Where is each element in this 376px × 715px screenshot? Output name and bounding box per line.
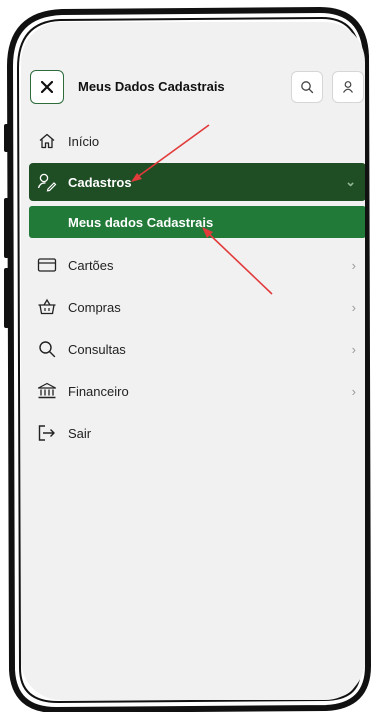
search-icon: [37, 339, 57, 359]
card-icon: [37, 255, 57, 275]
app-header: Meus Dados Cadastrais: [21, 70, 365, 110]
chevron-right-icon: ›: [351, 383, 356, 399]
search-button[interactable]: [291, 71, 323, 103]
chevron-right-icon: ›: [351, 257, 356, 273]
logout-icon: [37, 423, 57, 443]
menu-item-label: Cartões: [68, 257, 114, 273]
search-icon: [301, 81, 314, 94]
menu-item-label: Sair: [68, 425, 92, 441]
menu-item-cartoes[interactable]: Cartões ›: [29, 246, 365, 284]
menu-item-compras[interactable]: Compras ›: [29, 288, 365, 326]
submenu-item-label: Meus dados Cadastrais: [68, 214, 214, 230]
menu-item-inicio[interactable]: Início: [29, 122, 365, 160]
menu-item-label: Início: [68, 133, 100, 149]
menu-item-label: Compras: [68, 299, 121, 315]
chevron-down-icon: ⌄: [345, 174, 356, 189]
menu-item-label: Financeiro: [68, 383, 129, 399]
menu-item-consultas[interactable]: Consultas ›: [29, 330, 365, 368]
user-edit-icon: [37, 172, 57, 192]
bank-icon: [37, 381, 57, 401]
menu-item-cadastros[interactable]: Cadastros ⌄: [29, 163, 365, 201]
menu-item-sair[interactable]: Sair: [29, 414, 365, 452]
chevron-right-icon: ›: [351, 341, 356, 357]
chevron-right-icon: ›: [351, 299, 356, 315]
basket-icon: [37, 297, 57, 317]
page-title: Meus Dados Cadastrais: [78, 79, 225, 94]
app-screen: Meus Dados Cadastrais Início Cadastros ⌄…: [21, 22, 365, 700]
close-button[interactable]: [30, 70, 64, 104]
menu-item-financeiro[interactable]: Financeiro ›: [29, 372, 365, 410]
close-icon: [41, 81, 53, 93]
menu-item-label: Cadastros: [68, 174, 132, 190]
user-icon: [343, 81, 353, 93]
home-icon: [37, 131, 57, 151]
menu-item-label: Consultas: [68, 341, 126, 357]
submenu-item-meus-dados-cadastrais[interactable]: Meus dados Cadastrais: [29, 206, 365, 238]
profile-button[interactable]: [332, 71, 364, 103]
